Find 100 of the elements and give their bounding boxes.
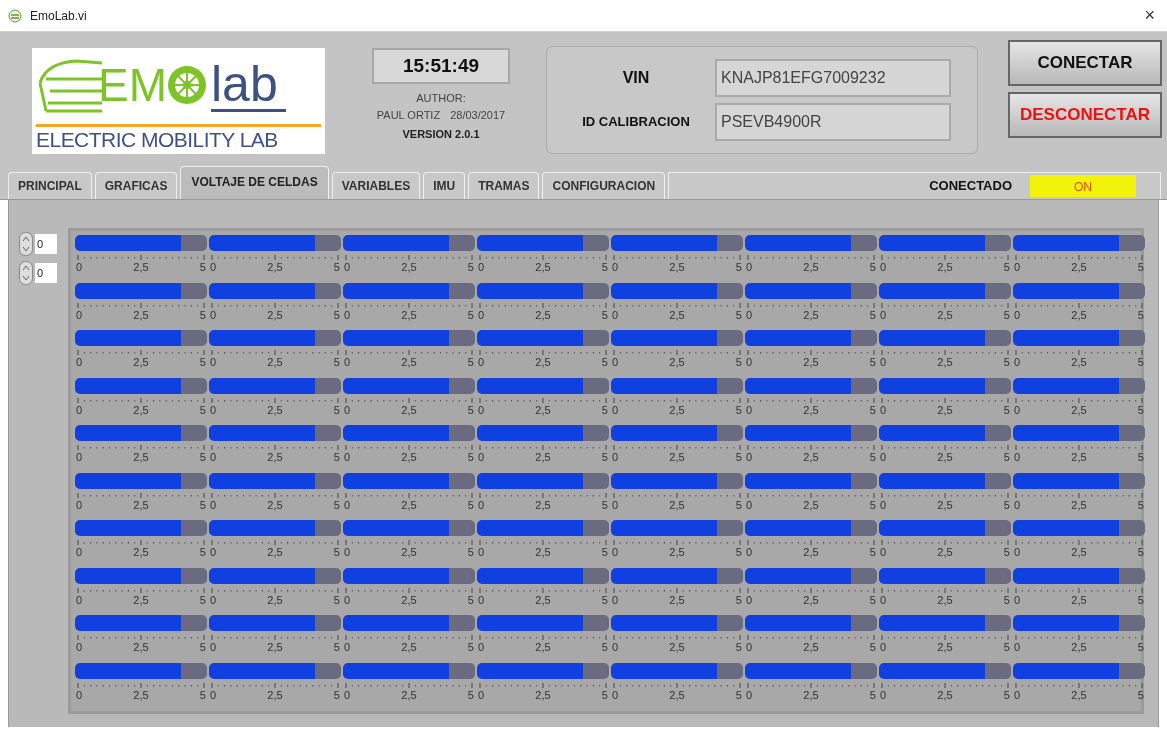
scale-label: 0: [210, 641, 217, 653]
scale-label: 5: [869, 688, 876, 701]
scale-label: 2,5: [937, 593, 953, 606]
scale-label: 2,5: [535, 641, 551, 653]
scale-label: 2,5: [1071, 403, 1087, 416]
scale-label: 0: [880, 546, 887, 558]
scale-label: 5: [1137, 593, 1144, 606]
scale-label: 0: [1014, 641, 1021, 653]
scale-label: 5: [467, 451, 474, 463]
scale-label: 5: [1003, 403, 1010, 416]
scale-label: 0: [746, 308, 753, 321]
tab[interactable]: IMU: [423, 172, 466, 199]
numeric-field[interactable]: 0: [35, 263, 57, 283]
scale-label: 0: [612, 356, 619, 368]
scale-label: 0: [478, 403, 485, 416]
scale-label: 0: [210, 261, 217, 273]
scale-label: 2,5: [133, 308, 149, 321]
scale-label: 5: [735, 308, 742, 321]
scale-label: 2,5: [937, 403, 953, 416]
scale-label: 5: [601, 688, 608, 701]
scale-label: 2,5: [937, 546, 953, 558]
scale-label: 2,5: [803, 688, 819, 701]
scale-label: 0: [210, 451, 217, 463]
scale-label: 5: [467, 641, 474, 653]
scale-label: 5: [1003, 688, 1010, 701]
scale-label: 2,5: [535, 403, 551, 416]
tab[interactable]: PRINCIPAL: [8, 172, 92, 199]
logo-text: lab: [211, 58, 286, 112]
scale-label: 2,5: [133, 546, 149, 558]
scale-label: 5: [1137, 498, 1144, 511]
tab[interactable]: VARIABLES: [331, 172, 421, 199]
tab[interactable]: CONFIGURACION: [542, 172, 666, 199]
text-field[interactable]: KNAJP81EFG7009232: [715, 59, 951, 97]
scale-label: 5: [333, 498, 340, 511]
scale-label: 2,5: [803, 593, 819, 606]
scale-label: 0: [76, 451, 83, 463]
app-icon: [8, 8, 22, 23]
scale-label: 0: [880, 356, 887, 368]
scale-label: 0: [880, 498, 887, 511]
numeric-field[interactable]: 0: [35, 234, 57, 254]
author-name: PAUL ORTIZ: [376, 107, 441, 123]
scale-label: 0: [344, 403, 351, 416]
text-field[interactable]: PSEVB4900R: [715, 103, 951, 141]
scale-label: 5: [333, 593, 340, 606]
scale-label: 5: [601, 641, 608, 653]
scale-label: 2,5: [401, 641, 417, 653]
scale-label: 0: [478, 498, 485, 511]
action-button[interactable]: CONECTAR: [1008, 40, 1162, 86]
scale-label: 2,5: [803, 498, 819, 511]
tab[interactable]: VOLTAJE DE CELDAS: [180, 166, 329, 199]
scale-label: 0: [880, 593, 887, 606]
scale-label: 5: [467, 498, 474, 511]
field-label: ID CALIBRACION: [581, 113, 691, 132]
tab[interactable]: GRAFICAS: [94, 172, 178, 199]
scale-label: 5: [333, 261, 340, 273]
scale-label: 5: [735, 546, 742, 558]
scale-label: 0: [880, 308, 887, 321]
scale-label: 0: [746, 261, 753, 273]
tab[interactable]: TRAMAS: [468, 172, 540, 199]
scale-label: 5: [333, 356, 340, 368]
scale-label: 2,5: [401, 356, 417, 368]
scale-label: 0: [746, 356, 753, 368]
scale-label: 5: [869, 641, 876, 653]
scale-label: 5: [869, 546, 876, 558]
scale-label: 0: [612, 498, 619, 511]
scale-label: 0: [880, 403, 887, 416]
spinner-arrows-icon[interactable]: [19, 232, 33, 256]
scale-label: 0: [880, 451, 887, 463]
scale-label: 2,5: [1071, 593, 1087, 606]
scale-label: 2,5: [803, 261, 819, 273]
close-button[interactable]: ×: [1144, 2, 1159, 29]
scale-label: 2,5: [1071, 546, 1087, 558]
scale-label: 0: [612, 641, 619, 653]
scale-label: 5: [735, 403, 742, 416]
scale-label: 5: [735, 688, 742, 701]
scale-label: 5: [1003, 546, 1010, 558]
scale-label: 2,5: [669, 546, 685, 558]
scale-label: 2,5: [803, 356, 819, 368]
clock-display: 15:51:49: [372, 48, 510, 84]
scale-label: 5: [467, 688, 474, 701]
scale-label: 5: [1137, 688, 1144, 701]
scale-label: 5: [199, 308, 206, 321]
date-text: 28/03/2017: [450, 107, 506, 123]
scale-label: 5: [735, 356, 742, 368]
scale-label: 2,5: [401, 403, 417, 416]
scale-label: 5: [199, 641, 206, 653]
scale-label: 0: [210, 546, 217, 558]
spinner-arrows-icon[interactable]: [19, 261, 33, 285]
scale-label: 2,5: [133, 688, 149, 701]
scale-label: 0: [76, 356, 83, 368]
scale-label: 0: [1014, 261, 1021, 273]
scale-label: 2,5: [937, 308, 953, 321]
scale-label: 5: [735, 593, 742, 606]
scale-label: 2,5: [669, 593, 685, 606]
scale-label: 0: [76, 261, 83, 273]
scale-label: 2,5: [535, 498, 551, 511]
scale-label: 2,5: [267, 403, 283, 416]
scale-label: 0: [1014, 593, 1021, 606]
scale-label: 5: [869, 356, 876, 368]
scale-label: 5: [1137, 641, 1144, 653]
